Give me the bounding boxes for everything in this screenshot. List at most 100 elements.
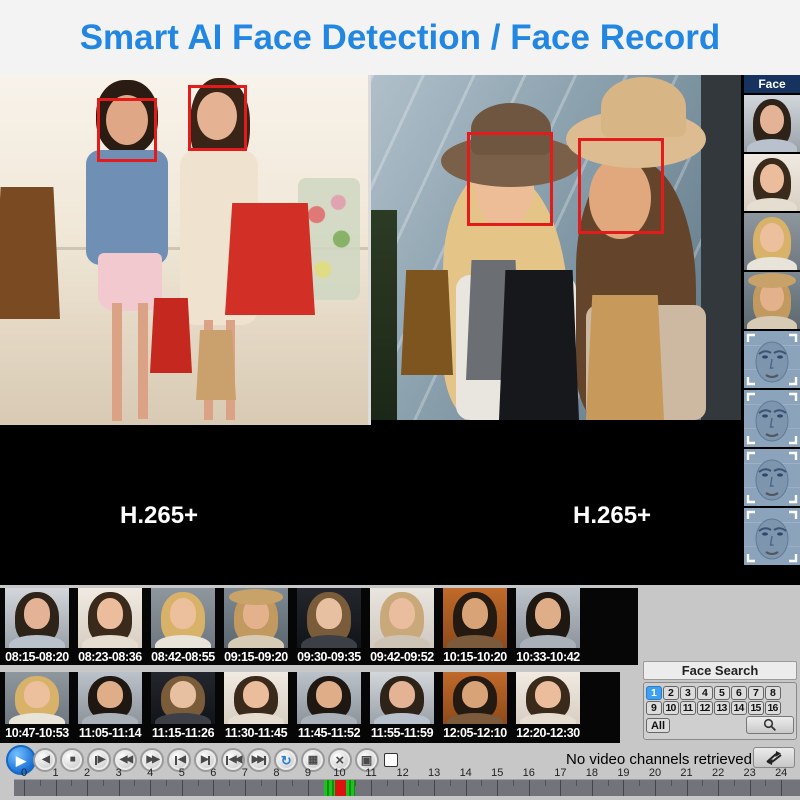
record-thumbnail [370, 672, 434, 724]
face-record-item[interactable]: 08:23-08:36 [78, 588, 142, 664]
channel-button-12[interactable]: 12 [697, 701, 713, 715]
timeline-hour-label: 9 [297, 767, 319, 779]
snapshot-portrait [744, 154, 800, 211]
face-scan-thumbnail[interactable] [744, 449, 800, 506]
face-scan-thumbnail[interactable] [744, 390, 800, 447]
video-monitor: H.265+ H.265+ Face [0, 75, 800, 585]
header: Smart AI Face Detection / Face Record [0, 0, 800, 75]
face-scan-thumbnail[interactable] [744, 331, 800, 388]
face-scan-icon [744, 508, 800, 565]
timeline-hour-label: 24 [770, 767, 792, 779]
sync-icon: ↻ [281, 754, 292, 767]
face-record-item[interactable]: 11:55-11:59 [370, 672, 434, 740]
face-record-item[interactable]: 10:47-10:53 [5, 672, 69, 740]
face-record-item[interactable]: 11:45-11:52 [297, 672, 361, 740]
timeline-hour-label: 1 [45, 767, 67, 779]
channel-button-5[interactable]: 5 [714, 686, 730, 700]
timeline-hour-tick [687, 780, 688, 796]
channel-button-8[interactable]: 8 [765, 686, 781, 700]
record-thumbnail [151, 672, 215, 724]
record-time-range: 11:55-11:59 [370, 726, 434, 740]
face-record-item[interactable]: 12:20-12:30 [516, 672, 580, 740]
timeline-half-hour-tick [608, 780, 609, 786]
face-record-item[interactable]: 08:15-08:20 [5, 588, 69, 664]
option-checkbox[interactable] [384, 753, 398, 767]
timeline-hour-tick [497, 780, 498, 796]
timeline-hour-tick [466, 780, 467, 796]
channel-button-9[interactable]: 9 [646, 701, 662, 715]
face-record-item[interactable]: 11:30-11:45 [224, 672, 288, 740]
shopping-bag-tan [196, 330, 236, 400]
timeline-hour-label: 3 [108, 767, 130, 779]
channel-button-7[interactable]: 7 [748, 686, 764, 700]
all-channels-button[interactable]: All [646, 718, 670, 733]
play-icon: ▶ [16, 754, 26, 767]
next-record-icon: ▶▶ [252, 755, 267, 765]
timeline-hour-tick [592, 780, 593, 796]
timeline-half-hour-tick [387, 780, 388, 786]
page-title: Smart AI Face Detection / Face Record [0, 18, 800, 58]
face-snapshot-thumbnail[interactable] [744, 154, 800, 211]
channel-button-16[interactable]: 16 [765, 701, 781, 715]
timeline-hour-label: 4 [139, 767, 161, 779]
shopper-a-leg [112, 303, 122, 421]
channel-button-15[interactable]: 15 [748, 701, 764, 715]
record-time-range: 09:15-09:20 [224, 650, 288, 664]
timeline-half-hour-tick [418, 780, 419, 786]
channel-button-3[interactable]: 3 [680, 686, 696, 700]
face-record-item[interactable]: 10:33-10:42 [516, 588, 580, 664]
record-thumbnail [78, 672, 142, 724]
timeline-hour-label: 12 [392, 767, 414, 779]
shopping-bag-red-large [225, 203, 315, 315]
swap-arrows-icon [762, 751, 786, 765]
face-record-item[interactable]: 09:30-09:35 [297, 588, 361, 664]
record-thumbnail [297, 588, 361, 648]
channel-button-4[interactable]: 4 [697, 686, 713, 700]
record-thumbnail [370, 588, 434, 648]
channel-button-10[interactable]: 10 [663, 701, 679, 715]
record-thumbnail [5, 588, 69, 648]
record-thumbnail [443, 672, 507, 724]
channel-button-13[interactable]: 13 [714, 701, 730, 715]
face-search-button[interactable] [746, 716, 794, 734]
timeline-hour-label: 18 [581, 767, 603, 779]
face-record-item[interactable]: 12:05-12:10 [443, 672, 507, 740]
face-scan-icon [744, 449, 800, 506]
face-scan-thumbnail[interactable] [744, 508, 800, 565]
timeline-half-hour-tick [450, 780, 451, 786]
record-thumbnail [78, 588, 142, 648]
face-detection-box [188, 85, 247, 151]
timeline-hour-label: 10 [329, 767, 351, 779]
channel-button-1[interactable]: 1 [646, 686, 662, 700]
face-record-item[interactable]: 11:15-11:26 [151, 672, 215, 740]
timeline-bar[interactable] [14, 779, 800, 796]
face-record-item[interactable]: 09:42-09:52 [370, 588, 434, 664]
face-record-item[interactable]: 10:15-10:20 [443, 588, 507, 664]
timeline-half-hour-tick [40, 780, 41, 786]
snapshot-portrait [744, 95, 800, 152]
record-time-range: 08:15-08:20 [5, 650, 69, 664]
face-record-item[interactable]: 11:05-11:14 [78, 672, 142, 740]
face-snapshot-thumbnail[interactable] [744, 213, 800, 270]
refresh-channels-button[interactable] [753, 747, 795, 768]
face-sidebar: Face [744, 75, 800, 585]
channel-button-2[interactable]: 2 [663, 686, 679, 700]
codec-label-left: H.265+ [120, 502, 198, 530]
timeline-hour-tick [529, 780, 530, 796]
timeline-half-hour-tick [103, 780, 104, 786]
shopping-bag-red-small [150, 298, 192, 373]
channel-button-14[interactable]: 14 [731, 701, 747, 715]
right-camera-view[interactable] [371, 75, 741, 420]
channel-button-6[interactable]: 6 [731, 686, 747, 700]
record-time-range: 08:42-08:55 [151, 650, 215, 664]
left-camera-view[interactable] [0, 75, 368, 425]
record-thumbnail [224, 588, 288, 648]
face-record-item[interactable]: 09:15-09:20 [224, 588, 288, 664]
timeline-hour-tick [750, 780, 751, 796]
shopping-bag-tan [586, 295, 664, 420]
face-snapshot-thumbnail[interactable] [744, 95, 800, 152]
face-snapshot-thumbnail[interactable] [744, 272, 800, 329]
channel-button-11[interactable]: 11 [680, 701, 696, 715]
face-record-item[interactable]: 08:42-08:55 [151, 588, 215, 664]
timeline-hour-label: 21 [676, 767, 698, 779]
